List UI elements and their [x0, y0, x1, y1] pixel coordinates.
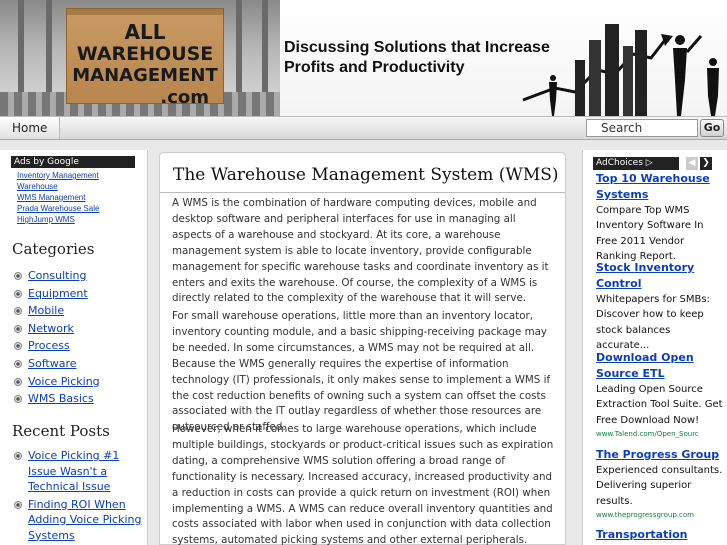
ad-display-url[interactable]: www.theprogressgroup.com	[596, 509, 724, 521]
ad-unit: The Progress Group Experienced consultan…	[596, 447, 724, 521]
ads-by-google-label[interactable]: Ads by Google	[11, 156, 135, 168]
ad-body: Leading Open Source Extraction Tool Suit…	[596, 384, 723, 426]
category-link-mobile[interactable]: Mobile	[28, 304, 64, 317]
search-go-button[interactable]: Go	[700, 119, 724, 137]
adchoices-label[interactable]: AdChoices ▷	[593, 157, 679, 170]
main-article: The Warehouse Management System (WMS) A …	[159, 152, 566, 545]
ad-title-link[interactable]: The Progress Group	[596, 447, 724, 463]
site-header: ALL WAREHOUSE MANAGEMENT .com Discussing…	[0, 0, 727, 116]
ad-body: Experienced consultants. Delivering supe…	[596, 465, 723, 507]
search-input[interactable]: Search	[586, 119, 698, 137]
category-item: Voice Picking	[14, 373, 100, 391]
business-silhouette-graphic	[522, 24, 719, 116]
right-sidebar-ads: AdChoices ▷ ◀ ❯ Top 10 Warehouse Systems…	[582, 150, 727, 545]
recent-post-item: Voice Picking #1 Issue Wasn't a Technica…	[14, 448, 142, 495]
ad-prev-button[interactable]: ◀	[686, 157, 698, 170]
ad-link[interactable]: Warehouse	[17, 181, 99, 192]
category-item: Consulting	[14, 267, 100, 285]
bullet-icon	[14, 452, 22, 460]
category-link-consulting[interactable]: Consulting	[28, 269, 86, 282]
article-paragraph: However, when it comes to large warehous…	[172, 423, 554, 545]
bullet-icon	[14, 307, 22, 316]
category-item: Software	[14, 355, 100, 373]
bullet-icon	[14, 324, 22, 333]
category-item: WMS Basics	[14, 390, 100, 408]
ad-body: Whitepapers for SMBs: Discover how to ke…	[596, 294, 710, 351]
ad-body: Compare Top WMS Inventory Software In Fr…	[596, 205, 704, 262]
bullet-icon	[14, 342, 22, 351]
ad-unit: Download Open Source ETL Leading Open So…	[596, 350, 724, 440]
ad-title-link[interactable]: Transportation	[596, 527, 724, 543]
category-link-voice-picking[interactable]: Voice Picking	[28, 375, 100, 388]
adchoices-text: AdChoices	[596, 158, 643, 168]
ad-unit: Top 10 Warehouse Systems Compare Top WMS…	[596, 171, 724, 264]
site-logo[interactable]: ALL WAREHOUSE MANAGEMENT .com	[66, 8, 224, 108]
bullet-icon	[14, 289, 22, 298]
left-sidebar: Ads by Google Inventory Management Wareh…	[0, 150, 148, 545]
recent-posts-list: Voice Picking #1 Issue Wasn't a Technica…	[14, 448, 142, 545]
ad-display-url[interactable]: www.Talend.com/Open_Sourc	[596, 428, 724, 440]
ad-link[interactable]: WMS Management	[17, 192, 99, 203]
nav-home-link[interactable]: Home	[0, 117, 61, 139]
logo-line-4: .com	[160, 87, 209, 108]
article-title: The Warehouse Management System (WMS)	[173, 165, 559, 185]
article-paragraph: For small warehouse operations, little m…	[172, 310, 551, 434]
recent-post-link[interactable]: Voice Picking #1 Issue Wasn't a Technica…	[28, 449, 119, 493]
category-item: Mobile	[14, 302, 100, 320]
recent-posts-heading: Recent Posts	[12, 422, 110, 440]
bullet-icon	[14, 359, 22, 368]
category-link-process[interactable]: Process	[28, 339, 70, 352]
bullet-icon	[14, 395, 22, 404]
ad-title-link[interactable]: Stock Inventory Control	[596, 260, 724, 292]
categories-list: Consulting Equipment Mobile Network Proc…	[14, 267, 100, 408]
ad-link[interactable]: Inventory Management	[17, 170, 99, 181]
logo-line-1: ALL	[124, 20, 166, 44]
ad-links-list: Inventory Management Warehouse WMS Manag…	[17, 170, 99, 225]
category-link-software[interactable]: Software	[28, 357, 77, 370]
logo-line-3: MANAGEMENT	[72, 65, 218, 86]
recent-post-item: Finding ROI When Adding Voice Picking Sy…	[14, 497, 142, 544]
main-nav: Home Search Go	[0, 116, 727, 140]
ad-link[interactable]: HighJump WMS	[17, 214, 99, 225]
logo-line-2: WAREHOUSE	[76, 43, 214, 65]
category-link-network[interactable]: Network	[28, 322, 74, 335]
ad-title-link[interactable]: Download Open Source ETL	[596, 350, 724, 382]
bullet-icon	[14, 500, 22, 509]
ad-unit: Stock Inventory Control Whitepapers for …	[596, 260, 724, 353]
ad-unit: Transportation	[596, 527, 724, 543]
adchoices-icon: ▷	[645, 158, 653, 168]
article-paragraph: A WMS is the combination of hardware com…	[172, 197, 549, 305]
ad-title-link[interactable]: Top 10 Warehouse Systems	[596, 171, 724, 203]
category-link-equipment[interactable]: Equipment	[28, 287, 88, 300]
bullet-icon	[14, 272, 22, 280]
title-divider	[160, 192, 565, 193]
category-item: Equipment	[14, 285, 100, 303]
category-link-wms-basics[interactable]: WMS Basics	[28, 392, 94, 405]
bullet-icon	[14, 377, 22, 386]
ad-next-button[interactable]: ❯	[700, 157, 712, 170]
category-item: Network	[14, 320, 100, 338]
recent-post-link[interactable]: Finding ROI When Adding Voice Picking Sy…	[28, 498, 141, 542]
ad-link[interactable]: Prada Warehouse Sale	[17, 203, 99, 214]
category-item: Process	[14, 337, 100, 355]
categories-heading: Categories	[12, 240, 95, 258]
